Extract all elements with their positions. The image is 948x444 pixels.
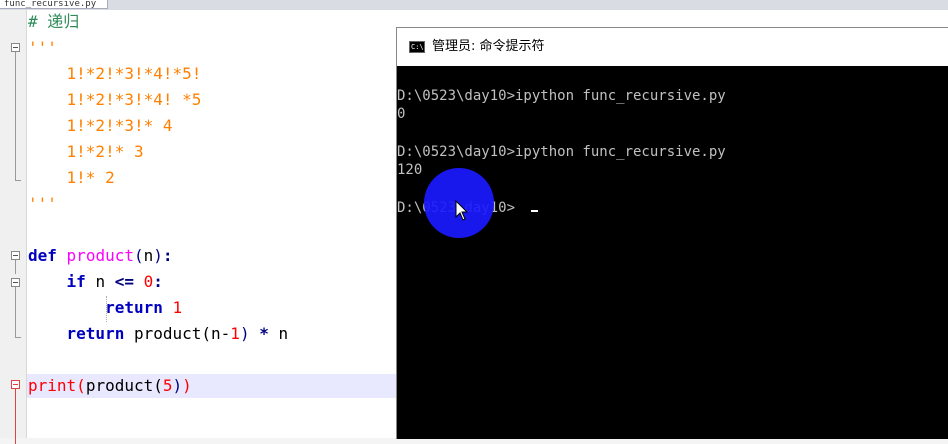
console-line: 0 bbox=[397, 106, 406, 122]
paren: ( bbox=[133, 246, 144, 265]
code-line-return-1: return 1 bbox=[28, 296, 182, 320]
operator: * bbox=[259, 324, 269, 343]
colon: : bbox=[153, 272, 163, 291]
fold-line bbox=[15, 389, 16, 444]
keyword-return: return bbox=[66, 324, 125, 343]
param: n bbox=[143, 246, 154, 265]
code-line-4: 1!*2!*3!*4! *5 bbox=[28, 90, 202, 109]
paren: ( bbox=[76, 376, 86, 395]
call: product(n- bbox=[133, 324, 231, 343]
var: n bbox=[278, 324, 289, 343]
number: 1 bbox=[230, 324, 240, 343]
number: 5 bbox=[162, 376, 173, 395]
code-line-def: def product(n): bbox=[28, 244, 173, 268]
cmd-window-icon: C:\ bbox=[409, 41, 425, 53]
fold-end bbox=[15, 337, 21, 338]
code-line-if: if n <= 0: bbox=[28, 270, 163, 294]
window-titlebar[interactable]: C:\ 管理员: 命令提示符 bbox=[397, 28, 948, 66]
fold-end bbox=[15, 180, 21, 181]
console-line: D:\0523\day10>ipython func_recursive.py bbox=[397, 144, 726, 160]
fold-gutter bbox=[0, 10, 27, 444]
keyword-if: if bbox=[66, 272, 86, 291]
fold-line bbox=[15, 287, 16, 337]
paren: ) bbox=[172, 376, 183, 395]
code-line-print: print(product(5)) bbox=[28, 374, 192, 398]
code-line-6: 1!*2!* 3 bbox=[28, 142, 144, 161]
fold-line bbox=[15, 52, 16, 180]
code-line-8: ''' bbox=[28, 194, 57, 213]
code-line-1: # 递归 bbox=[28, 10, 79, 34]
console-line: 120 bbox=[397, 162, 423, 178]
code-line-7: 1!* 2 bbox=[28, 168, 115, 187]
keyword-def: def bbox=[28, 246, 57, 265]
call: product( bbox=[85, 376, 163, 395]
text-caret bbox=[531, 210, 538, 212]
var: n bbox=[95, 272, 106, 291]
colon: : bbox=[162, 246, 173, 265]
code-line-return-2: return product(n-1) * n bbox=[28, 322, 289, 346]
tab-bar: func_recursive.py bbox=[0, 0, 948, 10]
code-line-5: 1!*2!*3!* 4 bbox=[28, 116, 173, 135]
comment: # 递归 bbox=[28, 12, 80, 31]
operator: <= bbox=[114, 272, 134, 291]
tab-func-recursive[interactable]: func_recursive.py bbox=[0, 0, 108, 9]
command-prompt-window[interactable]: C:\ 管理员: 命令提示符 D:\0523\day10>ipython fun… bbox=[396, 27, 948, 439]
paren: ) bbox=[153, 246, 163, 265]
paren: ) bbox=[239, 324, 250, 343]
fold-toggle-docstring-icon[interactable] bbox=[11, 43, 20, 52]
code-line-2: ''' bbox=[28, 38, 57, 57]
number: 1 bbox=[172, 298, 183, 317]
mouse-pointer-icon bbox=[455, 200, 469, 221]
console-line: D:\0523\day10>ipython func_recursive.py bbox=[397, 88, 726, 104]
fold-toggle-if-icon[interactable] bbox=[11, 278, 20, 287]
paren: ) bbox=[182, 376, 192, 395]
number: 0 bbox=[143, 272, 154, 291]
window-title: 管理员: 命令提示符 bbox=[432, 39, 545, 54]
fold-toggle-def-icon[interactable] bbox=[11, 251, 20, 260]
fold-line bbox=[15, 260, 16, 274]
fold-toggle-print-icon[interactable] bbox=[11, 380, 20, 389]
builtin-print: print bbox=[28, 376, 77, 395]
code-line-3: 1!*2!*3!*4!*5! bbox=[28, 64, 202, 83]
keyword-return: return bbox=[105, 298, 163, 317]
function-name: product bbox=[66, 246, 134, 265]
